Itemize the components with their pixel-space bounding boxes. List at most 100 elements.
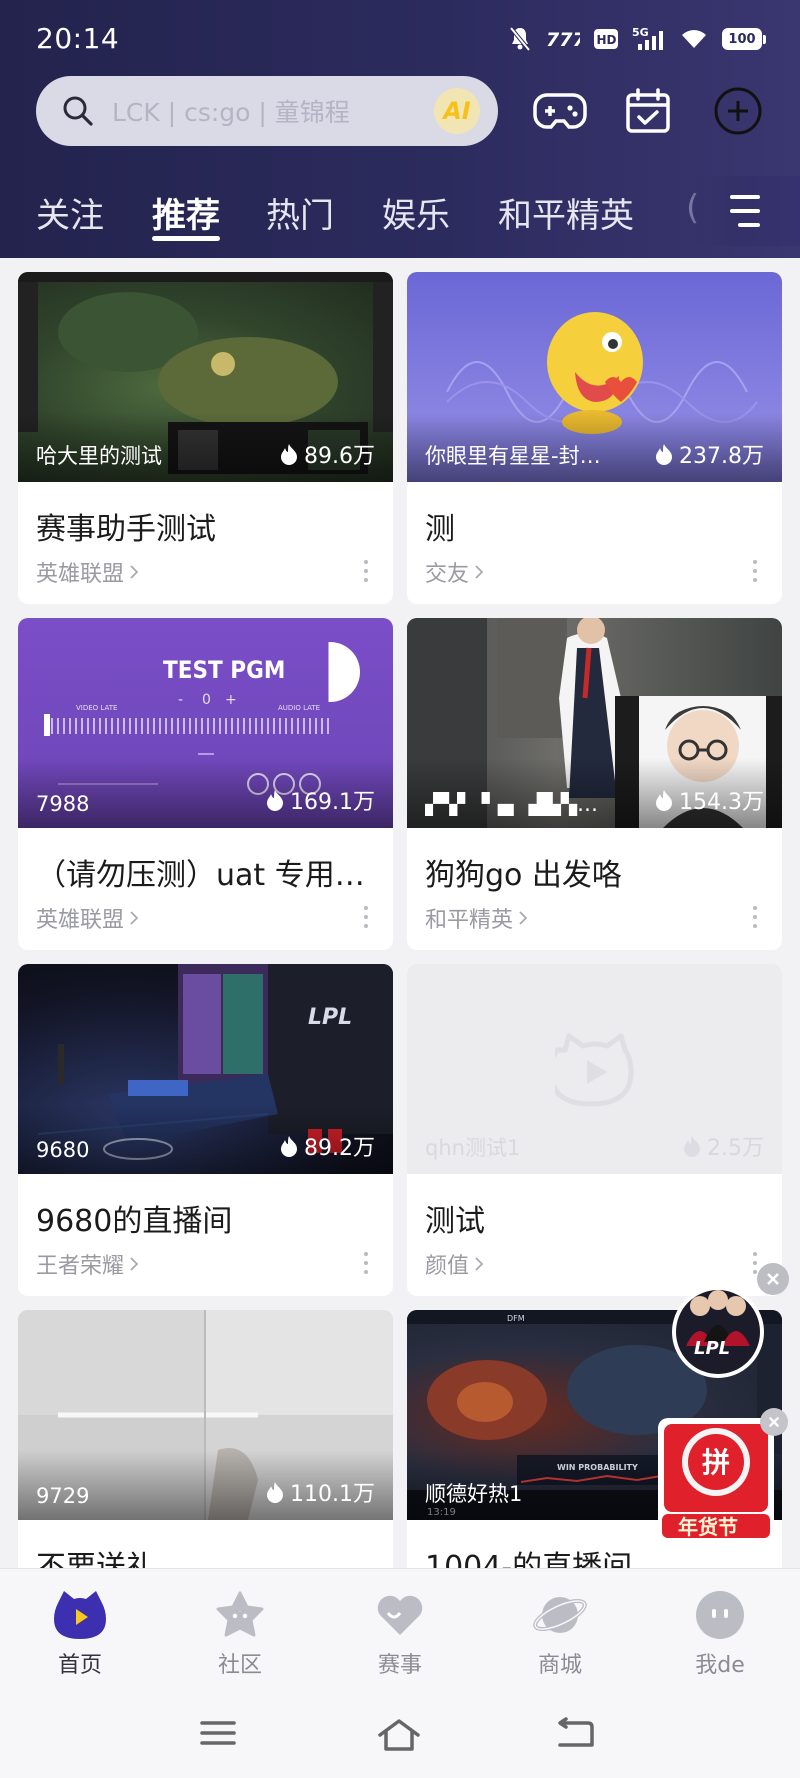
nav-matches[interactable]: 赛事 [340,1587,460,1679]
menu-icon [200,1721,236,1745]
schedule-button[interactable] [620,83,676,139]
hd-text: HD [597,33,617,47]
stream-category[interactable]: 王者荣耀 [36,1248,139,1280]
stream-category[interactable]: 和平精英 [425,902,528,934]
tab-recommend[interactable]: 推荐 [152,188,220,237]
nav-profile[interactable]: 我de [660,1587,780,1679]
stream-card[interactable]: LPL 9680 89.2万 9680的直播间 王者荣耀 [18,964,393,1296]
chevron-right-icon [475,565,484,579]
mute-icon [508,25,532,53]
add-button[interactable] [710,83,766,139]
placeholder-logo-icon [555,1033,634,1107]
nav-home[interactable]: 首页 [20,1587,140,1679]
search-bar[interactable]: LCK | cs:go | 童锦程 AI [36,76,498,146]
chevron-right-icon [130,911,139,925]
festival-promo-icon: 拼 年货节 [658,1418,774,1540]
anchor-name: 9680 [36,1138,90,1162]
wifi-icon [680,25,708,53]
overlay-clock: 13:19 [427,1507,456,1518]
stream-category[interactable]: 颜值 [425,1248,484,1280]
more-options-button[interactable] [752,906,758,932]
stream-category[interactable]: 英雄联盟 [36,902,139,934]
stream-card[interactable]: qhn测试1 2.5万 测试 颜值 [407,964,782,1296]
system-back-button[interactable] [556,1717,604,1757]
stream-title: 狗狗go 出发咯 [425,858,622,893]
tab-entertainment[interactable]: 娱乐 [382,188,450,237]
more-options-button[interactable] [752,560,758,586]
popularity: 89.2万 [280,1130,375,1162]
flame-icon [684,1136,700,1157]
battery-icon: 100 [722,25,766,53]
popularity-value: 154.3万 [679,790,764,815]
flame-icon [656,444,673,465]
nav-profile-label: 我de [695,1653,745,1678]
overlay-left-label: DFM [507,1314,525,1323]
stream-thumbnail: 你眼里有星星-封… 237.8万 [407,272,782,482]
stream-title: 测试 [425,1204,485,1239]
close-festival-promo-button[interactable] [760,1408,788,1436]
system-home-button[interactable] [376,1717,424,1757]
anchor-name: 你眼里有星星-封… [425,444,601,468]
nav-mall-label: 商城 [537,1653,582,1678]
chevron-right-icon [519,911,528,925]
more-options-button[interactable] [363,1252,369,1278]
close-icon [767,1273,779,1285]
nav-community[interactable]: 社区 [180,1587,300,1679]
stream-title: 9680的直播间 [36,1204,233,1239]
tab-peace-elite[interactable]: 和平精英 [498,188,634,237]
popularity: 154.3万 [655,784,764,816]
category-label: 颜值 [425,1254,470,1279]
stream-thumbnail: LPL 9680 89.2万 [18,964,393,1174]
community-star-icon [216,1591,264,1637]
popularity-value: 169.1万 [290,790,375,815]
stream-card[interactable]: 哈大里的测试 89.6万 赛事助手测试 英雄联盟 [18,272,393,604]
stream-thumbnail: ▞▚▘▝▗▖ ▟▙▚… 154.3万 [407,618,782,828]
ai-assistant-button[interactable]: AI [434,88,480,134]
signal-rate-icon: 777 [546,25,580,53]
flame-icon [267,790,284,811]
stream-thumbnail: TEST PGM - 0 + VIDEO LATE AUDIO LATE 798… [18,618,393,828]
festival-promo-float[interactable]: 拼 年货节 [658,1418,774,1540]
search-icon [63,96,93,126]
status-bar: 20:14 777 HD 5G 100 [0,0,800,74]
game-center-button[interactable] [532,83,588,139]
close-lpl-promo-button[interactable] [757,1263,789,1295]
status-time: 20:14 [36,22,120,55]
popularity-value: 2.5万 [707,1136,764,1161]
pgm-value: 0 [202,692,211,708]
nav-home-label: 首页 [57,1653,102,1678]
flame-icon [267,1482,284,1503]
pgm-title: TEST PGM [163,656,285,684]
popularity: 237.8万 [655,438,764,470]
pgm-minus: - [178,692,183,708]
hd-icon: HD [594,25,618,53]
more-options-button[interactable] [363,906,369,932]
tab-follow[interactable]: 关注 [36,188,104,237]
flame-icon [656,790,673,811]
stream-title: 赛事助手测试 [36,512,216,547]
calendar-check-icon [626,88,670,133]
category-label: 王者荣耀 [36,1254,125,1279]
stream-card[interactable]: 你眼里有星星-封… 237.8万 测 交友 [407,272,782,604]
anchor-name: qhn测试1 [425,1136,521,1160]
stream-card[interactable]: TEST PGM - 0 + VIDEO LATE AUDIO LATE 798… [18,618,393,950]
nav-mall[interactable]: 商城 [500,1587,620,1679]
category-label: 英雄联盟 [36,562,125,587]
tab-hot[interactable]: 热门 [266,188,334,237]
flame-icon [281,1136,297,1157]
popularity: 169.1万 [266,784,375,816]
lpl-promo-float[interactable]: LPL [666,1276,770,1380]
tab-menu-button[interactable] [716,191,760,231]
popularity-value: 110.1万 [290,1482,375,1507]
anchor-name: 顺德好热1 [425,1482,523,1506]
system-menu-button[interactable] [198,1717,246,1757]
more-options-button[interactable] [363,560,369,586]
home-play-icon [54,1591,106,1639]
profile-face-icon [696,1591,744,1639]
stream-category[interactable]: 交友 [425,556,484,588]
stream-category[interactable]: 英雄联盟 [36,556,139,588]
category-label: 英雄联盟 [36,908,125,933]
bottom-navigation: 首页 社区 赛事 商城 我de [0,1568,800,1778]
pgm-plus: + [225,692,237,708]
stream-card[interactable]: ▞▚▘▝▗▖ ▟▙▚… 154.3万 狗狗go 出发咯 和平精英 [407,618,782,950]
